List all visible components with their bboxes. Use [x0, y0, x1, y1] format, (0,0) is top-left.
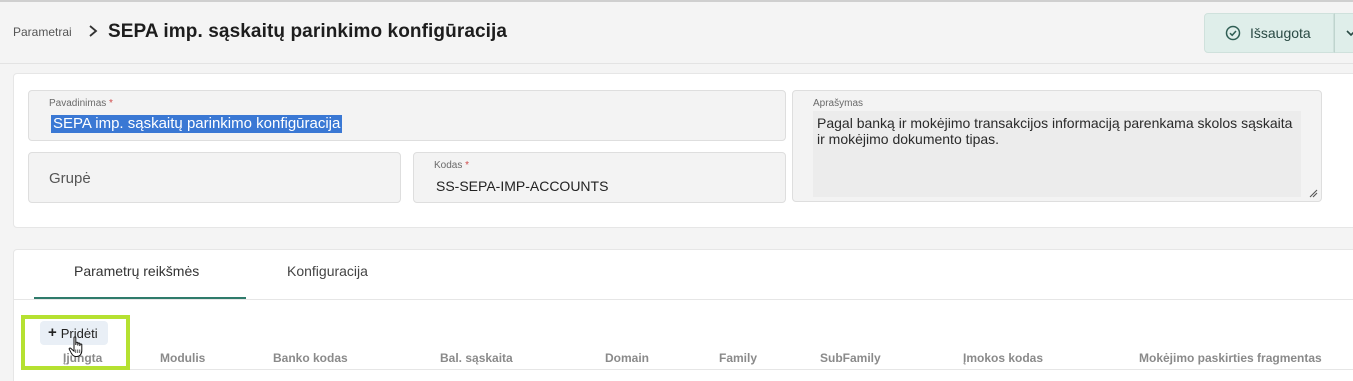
saved-label: Išsaugota — [1250, 25, 1311, 41]
chevron-down-icon — [1346, 30, 1353, 37]
name-field[interactable]: Pavadinimas * SEPA imp. sąskaitų parinki… — [28, 90, 786, 141]
check-circle-icon — [1225, 25, 1241, 41]
tab-configuration[interactable]: Konfiguracija — [287, 263, 368, 279]
required-mark: * — [109, 98, 113, 109]
page-title: SEPA imp. sąskaitų parinkimo konfigūraci… — [108, 21, 508, 42]
code-label-text: Kodas — [434, 160, 463, 171]
column-header-domain[interactable]: Domain — [605, 351, 649, 365]
column-header-family[interactable]: Family — [719, 351, 757, 365]
code-field[interactable]: Kodas * SS-SEPA-IMP-ACCOUNTS — [413, 152, 786, 203]
required-mark: * — [465, 160, 470, 171]
column-header-bank-code[interactable]: Banko kodas — [273, 351, 348, 365]
name-label: Pavadinimas * — [49, 98, 113, 109]
column-header-payment-code[interactable]: Įmokos kodas — [963, 351, 1043, 365]
tab-parameter-values[interactable]: Parametrų reikšmės — [74, 263, 199, 279]
description-field[interactable]: Aprašymas Pagal banką ir mokėjimo transa… — [792, 90, 1322, 202]
hand-cursor-icon — [68, 336, 83, 357]
code-label: Kodas * — [434, 160, 469, 171]
resize-handle-icon[interactable] — [1308, 188, 1318, 198]
group-select[interactable]: Grupė — [49, 170, 91, 187]
save-menu-toggle[interactable] — [1334, 13, 1353, 53]
name-input[interactable]: SEPA imp. sąskaitų parinkimo konfigūraci… — [51, 115, 343, 133]
column-header-purpose-fragment[interactable]: Mokėjimo paskirties fragmentas — [1139, 351, 1322, 365]
column-header-account[interactable]: Bal. sąskaita — [440, 351, 513, 365]
page-header: Parametrai SEPA imp. sąskaitų parinkimo … — [0, 2, 1353, 64]
description-textarea[interactable]: Pagal banką ir mokėjimo transakcijos inf… — [817, 115, 1297, 147]
column-header-subfamily[interactable]: SubFamily — [820, 351, 881, 365]
description-label: Aprašymas — [813, 98, 864, 109]
name-label-text: Pavadinimas — [49, 98, 107, 109]
saved-button[interactable]: Išsaugota — [1204, 13, 1334, 53]
breadcrumb-parent[interactable]: Parametrai — [13, 25, 72, 39]
column-header-module[interactable]: Modulis — [160, 351, 205, 365]
tab-divider — [14, 299, 1353, 300]
code-input[interactable]: SS-SEPA-IMP-ACCOUNTS — [436, 178, 608, 194]
table-header-divider — [34, 369, 1353, 370]
group-field[interactable]: Grupė — [28, 152, 401, 203]
chevron-right-icon — [89, 25, 98, 37]
